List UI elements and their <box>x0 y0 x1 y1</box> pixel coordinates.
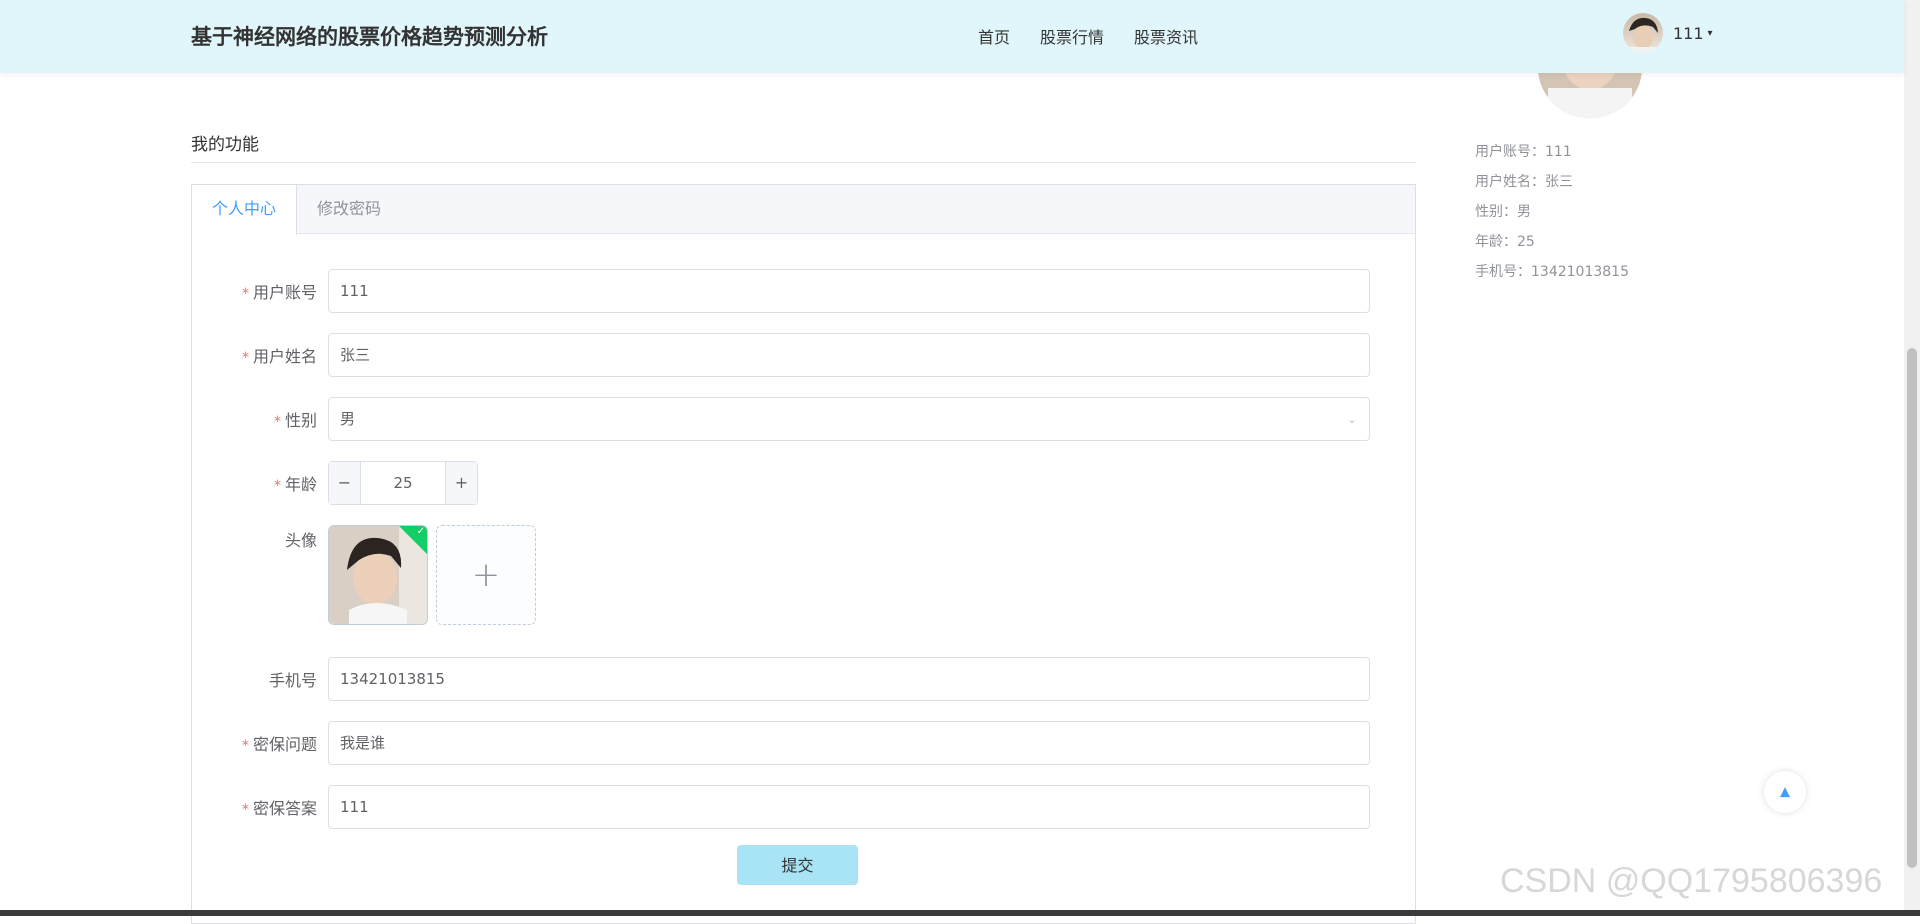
account-label: * 用户账号 <box>241 283 317 302</box>
security-answer-input[interactable]: 111 <box>328 785 1370 829</box>
tab-change-password[interactable]: 修改密码 <box>297 185 401 233</box>
required-mark: * <box>273 478 281 494</box>
profile-info: 用户账号：111 用户姓名：张三 性别：男 年龄：25 手机号：13421013… <box>1475 140 1629 290</box>
section-title: 我的功能 <box>191 135 259 155</box>
caret-down-icon: ▾ <box>1707 27 1713 39</box>
scrollbar-thumb[interactable] <box>1907 348 1917 868</box>
question-label: * 密保问题 <box>241 735 317 754</box>
gender-select[interactable]: 男 ⌄ <box>328 397 1370 441</box>
gender-label: * 性别 <box>273 411 317 430</box>
nav-stock-news[interactable]: 股票资讯 <box>1134 24 1198 48</box>
required-mark: * <box>241 738 249 754</box>
tabs-card: 个人中心 修改密码 * 用户账号 111 * 用户姓名 张三 * 性别 男 ⌄ * 年龄… <box>191 184 1416 924</box>
check-icon: ✓ <box>416 526 425 537</box>
submit-button[interactable]: 提交 <box>737 845 858 885</box>
plus-icon: + <box>471 555 501 595</box>
name-input[interactable]: 张三 <box>328 333 1370 377</box>
required-mark: * <box>273 414 281 430</box>
profile-phone: 手机号：13421013815 <box>1475 264 1629 280</box>
answer-label: * 密保答案 <box>241 799 317 818</box>
profile-account: 用户账号：111 <box>1475 144 1572 160</box>
name-label: * 用户姓名 <box>241 347 317 366</box>
taskbar-strip <box>0 910 1920 916</box>
phone-input[interactable]: 13421013815 <box>328 657 1370 701</box>
age-input[interactable]: 25 <box>361 462 445 504</box>
profile-age: 年龄：25 <box>1475 234 1535 250</box>
age-decrement-button[interactable]: − <box>329 462 361 504</box>
tab-personal-center[interactable]: 个人中心 <box>192 185 297 235</box>
avatar-upload-button[interactable]: + <box>436 525 536 625</box>
site-title: 基于神经网络的股票价格趋势预测分析 <box>191 25 548 49</box>
age-stepper: − 25 + <box>328 461 478 505</box>
required-mark: * <box>241 802 249 818</box>
account-input[interactable]: 111 <box>328 269 1370 313</box>
section-divider <box>191 162 1416 163</box>
nav-stock-market[interactable]: 股票行情 <box>1040 24 1104 48</box>
age-increment-button[interactable]: + <box>445 462 477 504</box>
avatar <box>1623 13 1663 53</box>
back-to-top-button[interactable]: ▲ <box>1764 771 1806 813</box>
required-mark: * <box>241 286 249 302</box>
avatar-label: 头像 <box>284 531 317 550</box>
uploaded-avatar[interactable]: ✓ <box>328 525 428 625</box>
caret-up-icon: ▲ <box>1780 784 1790 800</box>
user-name: 111 <box>1673 23 1704 43</box>
security-question-input[interactable]: 我是谁 <box>328 721 1370 765</box>
required-mark: * <box>241 350 249 366</box>
chevron-down-icon: ⌄ <box>1346 412 1357 426</box>
phone-label: 手机号 <box>268 671 317 690</box>
age-label: * 年龄 <box>273 475 317 494</box>
nav-home[interactable]: 首页 <box>978 24 1010 48</box>
profile-name: 用户姓名：张三 <box>1475 174 1573 190</box>
top-navbar: 基于神经网络的股票价格趋势预测分析 首页 股票行情 股票资讯 111 ▾ <box>0 0 1904 73</box>
main-nav: 首页 股票行情 股票资讯 <box>978 24 1198 48</box>
gender-value: 男 <box>340 410 356 428</box>
tabs-header: 个人中心 修改密码 <box>192 185 1415 235</box>
user-menu[interactable]: 111 ▾ <box>1623 13 1713 53</box>
profile-gender: 性别：男 <box>1475 204 1531 220</box>
watermark: CSDN @QQ1795806396 <box>1500 862 1883 900</box>
